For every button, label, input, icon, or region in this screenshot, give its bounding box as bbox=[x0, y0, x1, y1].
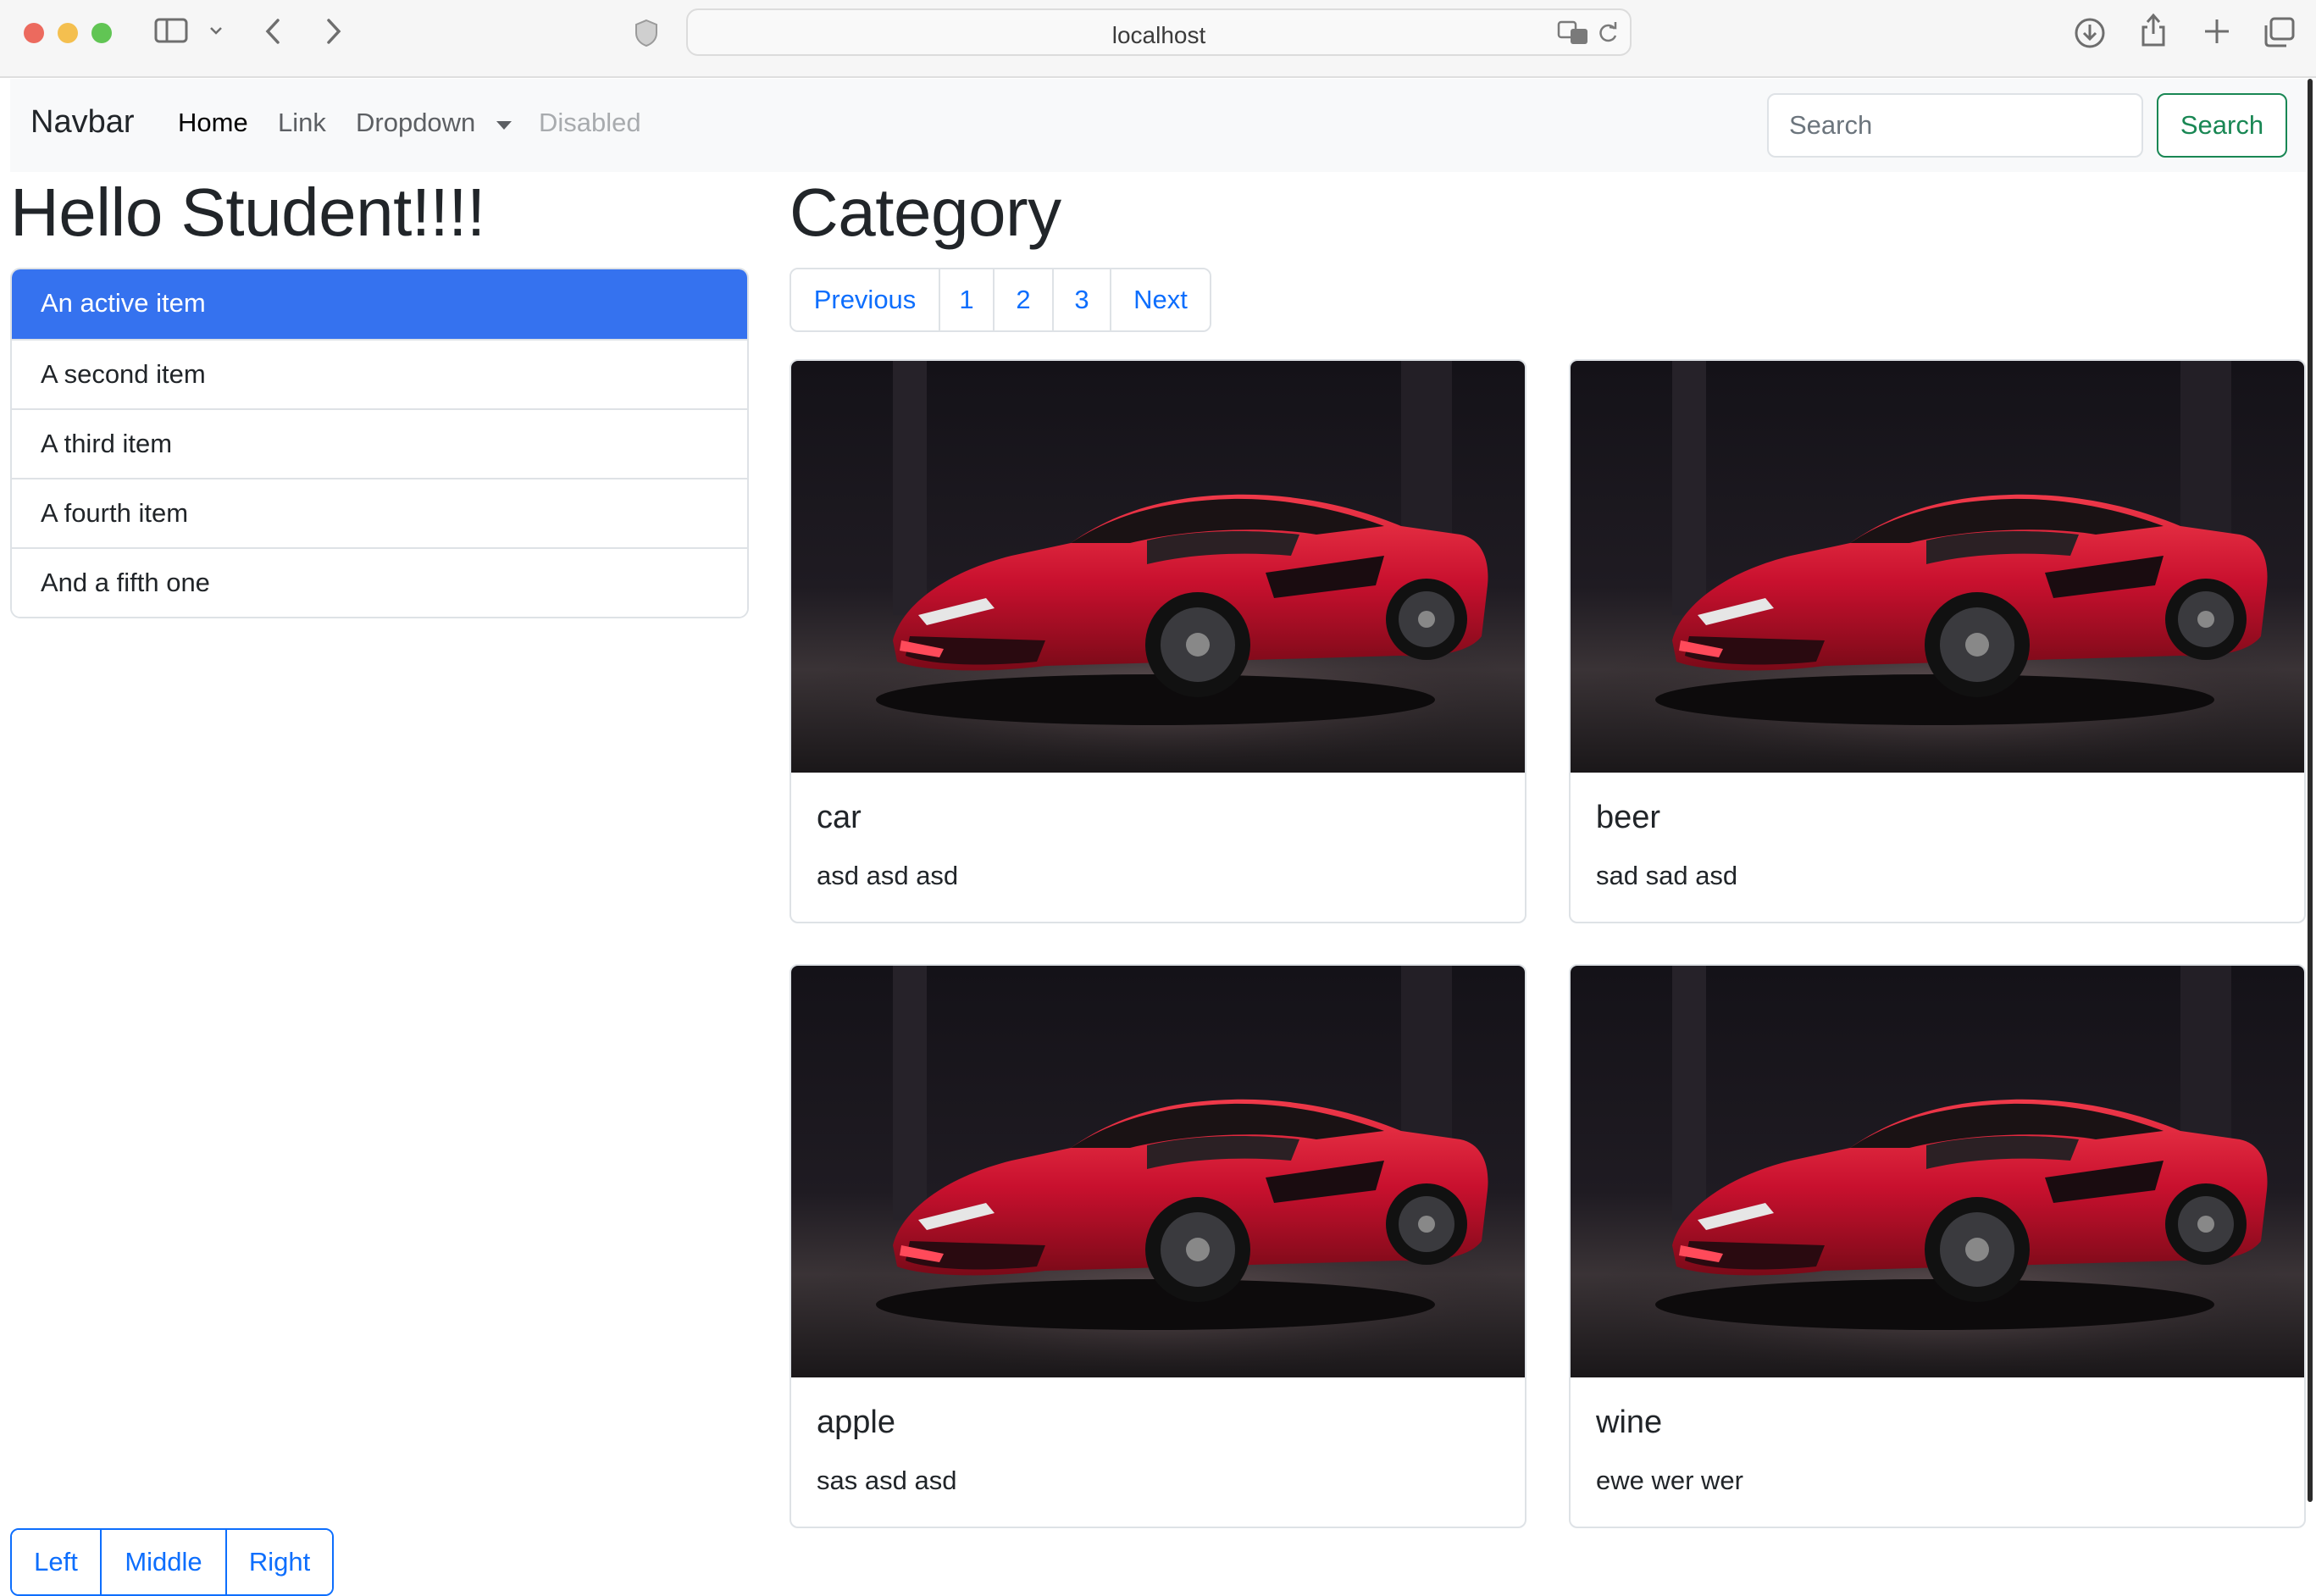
close-window-button[interactable] bbox=[24, 23, 44, 43]
card-text: sad sad asd bbox=[1596, 861, 1738, 890]
list-item-active[interactable]: An active item bbox=[12, 269, 747, 339]
right-button[interactable]: Right bbox=[225, 1530, 332, 1594]
nav-link[interactable]: Link bbox=[278, 108, 326, 138]
reload-icon[interactable] bbox=[1596, 20, 1620, 49]
list-item[interactable]: A second item bbox=[12, 339, 747, 408]
page-1[interactable]: 1 bbox=[939, 269, 993, 330]
search-button[interactable]: Search bbox=[2157, 93, 2287, 158]
share-icon[interactable] bbox=[2140, 12, 2167, 51]
chevron-down-icon[interactable] bbox=[208, 24, 224, 40]
navbar: Navbar Home Link Dropdown Disabled Searc… bbox=[10, 79, 2306, 172]
navbar-brand[interactable]: Navbar bbox=[30, 104, 135, 141]
translate-icon[interactable] bbox=[1557, 20, 1591, 49]
address-bar[interactable]: localhost bbox=[686, 8, 1632, 56]
card-apple[interactable]: apple sas asd asd bbox=[790, 964, 1526, 1528]
card-text: ewe wer wer bbox=[1596, 1466, 1743, 1495]
page-scrollbar[interactable] bbox=[2308, 79, 2313, 1502]
car-image bbox=[791, 361, 1525, 773]
car-image bbox=[1571, 966, 2304, 1377]
list-item[interactable]: A third item bbox=[12, 408, 747, 478]
left-button[interactable]: Left bbox=[12, 1530, 100, 1594]
zoom-window-button[interactable] bbox=[91, 23, 112, 43]
list-item[interactable]: And a fifth one bbox=[12, 547, 747, 617]
new-tab-icon[interactable] bbox=[2202, 17, 2231, 49]
url-text: localhost bbox=[1111, 22, 1206, 48]
pagination: Previous 1 2 3 Next bbox=[790, 268, 1211, 332]
category-heading: Category bbox=[790, 175, 1061, 250]
card-title: beer bbox=[1596, 800, 1661, 835]
sidebar-icon[interactable] bbox=[154, 17, 188, 47]
nav-dropdown-toggle[interactable]: Dropdown bbox=[356, 108, 475, 138]
card-title: apple bbox=[817, 1405, 895, 1440]
page-next[interactable]: Next bbox=[1110, 269, 1210, 330]
button-group: Left Middle Right bbox=[10, 1528, 334, 1596]
list-item[interactable]: A fourth item bbox=[12, 478, 747, 547]
back-icon[interactable] bbox=[263, 17, 283, 49]
shield-icon bbox=[634, 19, 659, 51]
car-image bbox=[791, 966, 1525, 1377]
page-3[interactable]: 3 bbox=[1052, 269, 1110, 330]
browser-toolbar: localhost bbox=[0, 0, 2316, 78]
middle-button[interactable]: Middle bbox=[100, 1530, 225, 1594]
caret-down-icon[interactable] bbox=[496, 121, 512, 130]
card-text: asd asd asd bbox=[817, 861, 959, 890]
card-title: car bbox=[817, 800, 862, 835]
minimize-window-button[interactable] bbox=[58, 23, 78, 43]
page-2[interactable]: 2 bbox=[993, 269, 1052, 330]
download-icon[interactable] bbox=[2074, 17, 2106, 53]
card-title: wine bbox=[1596, 1405, 1663, 1440]
car-image bbox=[1571, 361, 2304, 773]
greeting-heading: Hello Student!!!! bbox=[10, 175, 485, 250]
nav-home-link[interactable]: Home bbox=[178, 108, 248, 138]
tabs-overview-icon[interactable] bbox=[2263, 17, 2296, 51]
search-input[interactable] bbox=[1767, 93, 2143, 158]
list-group: An active item A second item A third ite… bbox=[10, 268, 749, 618]
card-beer[interactable]: beer sad sad asd bbox=[1569, 359, 2306, 923]
page-previous[interactable]: Previous bbox=[791, 269, 939, 330]
forward-icon[interactable] bbox=[324, 17, 344, 49]
nav-disabled-link: Disabled bbox=[539, 108, 641, 137]
card-car[interactable]: car asd asd asd bbox=[790, 359, 1526, 923]
card-wine[interactable]: wine ewe wer wer bbox=[1569, 964, 2306, 1528]
card-text: sas asd asd bbox=[817, 1466, 957, 1495]
